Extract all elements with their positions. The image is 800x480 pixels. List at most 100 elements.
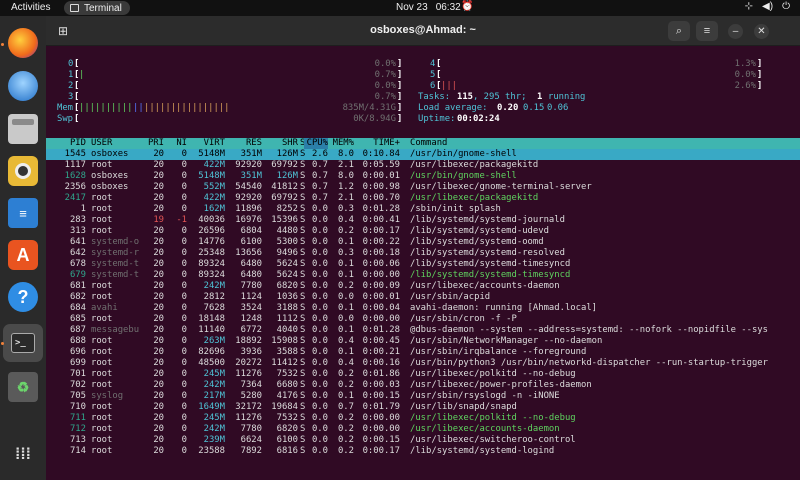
process-row[interactable]: 2417 root 20 0 422M 92920 69792 S 0.7 2.1 0:00.70/… bbox=[46, 193, 800, 204]
system-tray[interactable]: ⊹ ◀) ⏻ bbox=[745, 1, 790, 12]
process-row[interactable]: 684 avahi 20 0 7628 3524 3188 S 0.0 0.1 0:00.04 ava… bbox=[46, 303, 800, 314]
process-row[interactable]: 702 root 20 0 242M 7364 6680 S 0.0 0.2 0:00.03/usr… bbox=[46, 380, 800, 391]
rhythmbox-icon[interactable] bbox=[8, 156, 38, 186]
process-row[interactable]: 679 systemd-t 20 0 89324 6480 5624 S 0.0 0.1 0:00.… bbox=[46, 270, 800, 281]
process-cpu: 0.0 bbox=[311, 358, 328, 368]
process-shr: 69792 bbox=[271, 193, 298, 203]
minimize-icon[interactable]: – bbox=[728, 24, 743, 39]
process-ni: 0 bbox=[181, 237, 187, 247]
column-header-time[interactable]: TIME+ bbox=[356, 138, 400, 149]
swap-value: 0K/8.94G bbox=[353, 114, 396, 124]
process-ni: 0 bbox=[181, 149, 187, 159]
process-res: 7780 bbox=[240, 281, 262, 291]
process-pid: 1117 bbox=[64, 160, 86, 170]
process-pid: 681 bbox=[69, 281, 86, 291]
process-pid: 712 bbox=[69, 424, 86, 434]
process-row[interactable]: 2356 osboxes 20 0 552M 54540 41812 S 0.7 1.2 0:00.… bbox=[46, 182, 800, 193]
hamburger-menu-icon[interactable]: ≡ bbox=[696, 21, 718, 41]
search-icon[interactable]: ⌕ bbox=[668, 21, 690, 41]
process-row[interactable]: 687 messagebu 20 0 11140 6772 4040 S 0.0 0.1 0:01.… bbox=[46, 325, 800, 336]
cpu-id: 4 bbox=[430, 59, 436, 69]
process-row[interactable]: 711 root 20 0 245M 11276 7532 S 0.0 0.2 0:00.00/us… bbox=[46, 413, 800, 424]
process-cpu: 0.0 bbox=[311, 391, 328, 401]
column-header-virt[interactable]: VIRT bbox=[189, 138, 225, 149]
process-virt: 422M bbox=[203, 160, 225, 170]
process-ni: 0 bbox=[181, 380, 187, 390]
process-shr: 6820 bbox=[276, 281, 298, 291]
process-pid: 313 bbox=[69, 226, 86, 236]
process-res: 5280 bbox=[240, 391, 262, 401]
column-header-res[interactable]: RES bbox=[228, 138, 262, 149]
process-res: 1248 bbox=[240, 314, 262, 324]
process-row[interactable]: 710 root 20 0 1649M 32172 19684 S 0.0 0.7 0:01.79/… bbox=[46, 402, 800, 413]
column-header-shr[interactable]: SHR bbox=[264, 138, 298, 149]
column-header-ni[interactable]: NI bbox=[167, 138, 187, 149]
process-row[interactable]: 705 syslog 20 0 217M 5280 4176 S 0.0 0.1 0:00.15/u… bbox=[46, 391, 800, 402]
process-time: 0:00.15 bbox=[362, 435, 400, 445]
htop-screen[interactable]: 0[0.0%] 1[| 0.7%] 2[0.0%] 3[0.7%] 4[1.3%] 5[0.… bbox=[46, 46, 800, 480]
process-table-header[interactable]: PID USER PRI NI VIRT RES SHR S CPU% MEM% TIME+ Comm… bbox=[46, 138, 800, 149]
process-row[interactable]: 688 root 20 0 263M 18892 15908 S 0.0 0.4 0:00.45/u… bbox=[46, 336, 800, 347]
apps-grid-icon[interactable]: ⁞⁞⁞ bbox=[8, 440, 38, 470]
process-res: 54540 bbox=[235, 182, 262, 192]
writer-icon[interactable]: ≡ bbox=[8, 198, 38, 228]
clock[interactable]: Nov 23 06:32 bbox=[396, 2, 461, 13]
process-row[interactable]: 1545 osboxes 20 0 5148M 351M 126M S 2.6 8.0 0:10.8… bbox=[46, 149, 800, 160]
process-row[interactable]: 313 root 20 0 26596 6804 4480 S 0.0 0.2 0:00.17/li… bbox=[46, 226, 800, 237]
process-row[interactable]: 1 root 20 0 162M 11896 8252 S 0.0 0.3 0:01.28/sbin… bbox=[46, 204, 800, 215]
process-row[interactable]: 682 root 20 0 2812 1124 1036 S 0.0 0.0 0:00.01/usr… bbox=[46, 292, 800, 303]
column-header-pri[interactable]: PRI bbox=[142, 138, 164, 149]
process-ni: 0 bbox=[181, 413, 187, 423]
process-pid: 713 bbox=[69, 435, 86, 445]
process-shr: 19684 bbox=[271, 402, 298, 412]
process-virt: 40036 bbox=[198, 215, 225, 225]
process-row[interactable]: 714 root 20 0 23588 7892 6816 S 0.0 0.2 0:00.17/li… bbox=[46, 446, 800, 457]
process-row[interactable]: 1117 root 20 0 422M 92920 69792 S 0.7 2.1 0:05.59/… bbox=[46, 160, 800, 171]
process-row[interactable]: 696 root 20 0 82696 3936 3588 S 0.0 0.1 0:00.21/us… bbox=[46, 347, 800, 358]
process-row[interactable]: 701 root 20 0 245M 11276 7532 S 0.0 0.2 0:01.86/us… bbox=[46, 369, 800, 380]
process-row[interactable]: 678 systemd-t 20 0 89324 6480 5624 S 0.0 0.1 0:00.… bbox=[46, 259, 800, 270]
software-icon[interactable]: A bbox=[8, 240, 38, 270]
thunderbird-icon[interactable] bbox=[8, 71, 38, 101]
process-shr: 4040 bbox=[276, 325, 298, 335]
process-shr: 126M bbox=[276, 149, 298, 159]
files-icon[interactable] bbox=[8, 114, 38, 144]
column-header-pid[interactable]: PID bbox=[46, 138, 86, 149]
process-row[interactable]: 712 root 20 0 242M 7780 6820 S 0.0 0.2 0:00.00/usr… bbox=[46, 424, 800, 435]
firefox-icon[interactable] bbox=[8, 28, 38, 58]
process-row[interactable]: 713 root 20 0 239M 6624 6100 S 0.0 0.2 0:00.15/usr… bbox=[46, 435, 800, 446]
process-shr: 9496 bbox=[276, 248, 298, 258]
process-row[interactable]: 685 root 20 0 18148 1248 1112 S 0.0 0.0 0:00.00/us… bbox=[46, 314, 800, 325]
process-time: 0:00.09 bbox=[362, 281, 400, 291]
column-header-user[interactable]: USER bbox=[91, 138, 112, 149]
process-row[interactable]: 283 root 19 -1 40036 16976 15396 S 0.0 0.4 0:00.41… bbox=[46, 215, 800, 226]
process-shr: 5624 bbox=[276, 270, 298, 280]
trash-icon[interactable]: ♻ bbox=[8, 372, 38, 402]
app-menu-button[interactable]: Terminal bbox=[64, 1, 130, 15]
close-icon[interactable]: ✕ bbox=[754, 24, 769, 39]
column-header-cmd[interactable]: Command bbox=[410, 138, 447, 149]
process-row[interactable]: 681 root 20 0 242M 7780 6820 S 0.0 0.2 0:00.09/usr… bbox=[46, 281, 800, 292]
process-row[interactable]: 1628 osboxes 20 0 5148M 351M 126M S 0.7 8.0 0:00.0… bbox=[46, 171, 800, 182]
process-mem: 0.4 bbox=[337, 358, 354, 368]
process-row[interactable]: 642 systemd-r 20 0 25348 13656 9496 S 0.0 0.3 0:00… bbox=[46, 248, 800, 259]
process-pid: 705 bbox=[69, 391, 86, 401]
process-cpu: 0.7 bbox=[311, 171, 328, 181]
process-cpu: 0.0 bbox=[311, 292, 328, 302]
process-mem: 0.1 bbox=[337, 259, 354, 269]
process-row[interactable]: 641 systemd-o 20 0 14776 6100 5300 S 0.0 0.1 0:00.… bbox=[46, 237, 800, 248]
column-header-cpu[interactable]: CPU% bbox=[304, 138, 328, 149]
terminal-icon[interactable]: >_ bbox=[3, 324, 43, 362]
process-row[interactable]: 699 root 20 0 48500 20272 11412 S 0.0 0.4 0:00.16/… bbox=[46, 358, 800, 369]
process-ni: 0 bbox=[181, 314, 187, 324]
process-shr: 1036 bbox=[276, 292, 298, 302]
column-header-mem[interactable]: MEM% bbox=[330, 138, 354, 149]
help-icon[interactable]: ? bbox=[8, 282, 38, 312]
process-ni: 0 bbox=[181, 424, 187, 434]
activities-button[interactable]: Activities bbox=[11, 2, 50, 13]
window-titlebar[interactable]: ⊞ osboxes@Ahmad: ~ ⌕ ≡ – ✕ bbox=[46, 16, 800, 46]
process-ni: 0 bbox=[181, 160, 187, 170]
process-shr: 69792 bbox=[271, 160, 298, 170]
process-virt: 245M bbox=[203, 369, 225, 379]
process-cpu: 0.0 bbox=[311, 347, 328, 357]
